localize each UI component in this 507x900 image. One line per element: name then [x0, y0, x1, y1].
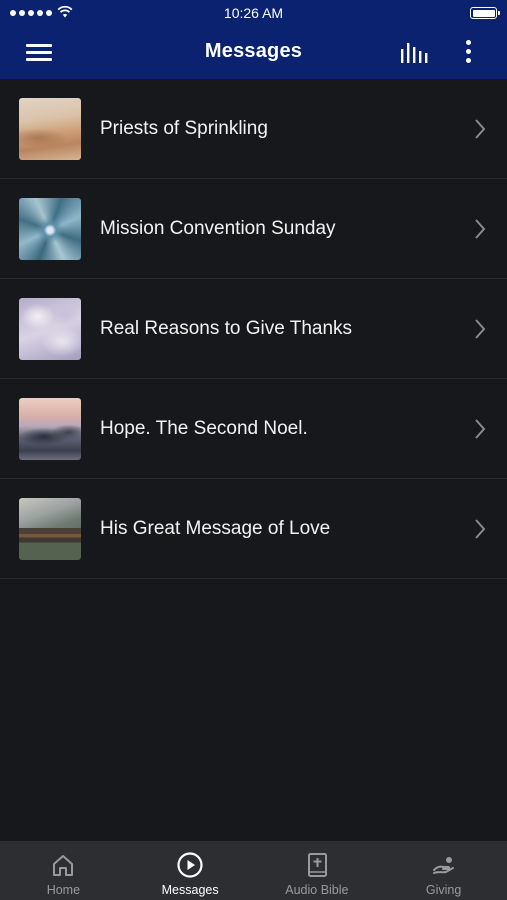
nav-bar: Messages — [0, 26, 507, 79]
tab-home[interactable]: Home — [0, 841, 127, 900]
chevron-right-icon — [475, 519, 486, 539]
message-row[interactable]: Priests of Sprinkling — [0, 79, 507, 179]
message-row[interactable]: Hope. The Second Noel. — [0, 379, 507, 479]
message-title: Hope. The Second Noel. — [100, 418, 308, 439]
message-row[interactable]: His Great Message of Love — [0, 479, 507, 579]
play-circle-icon — [177, 852, 203, 878]
chevron-right-icon — [475, 219, 486, 239]
tab-label: Home — [46, 883, 81, 897]
chevron-right-icon — [475, 419, 486, 439]
desert-dunes-thumbnail — [19, 98, 81, 160]
chevron-right-icon — [475, 319, 486, 339]
clouds-thumbnail — [19, 298, 81, 360]
misty-mountains-thumbnail — [19, 398, 81, 460]
tab-label: Messages — [161, 883, 219, 897]
agave-plant-thumbnail — [19, 198, 81, 260]
audio-equalizer-icon[interactable] — [398, 38, 432, 66]
home-icon — [53, 855, 74, 876]
message-title: Real Reasons to Give Thanks — [100, 318, 353, 339]
status-bar: 10:26 AM — [0, 0, 507, 26]
battery-icon — [470, 7, 500, 19]
chevron-right-icon — [475, 119, 486, 139]
tab-label: Giving — [425, 883, 462, 897]
message-title: Priests of Sprinkling — [100, 118, 268, 139]
more-options-icon[interactable] — [458, 37, 478, 67]
bible-icon — [307, 853, 327, 877]
tab-messages[interactable]: Messages — [127, 841, 254, 900]
giving-hand-icon — [432, 857, 454, 874]
mountain-lake-cabin-thumbnail — [19, 498, 81, 560]
message-title: His Great Message of Love — [100, 518, 331, 539]
tab-audio-bible[interactable]: Audio Bible — [254, 841, 381, 900]
tab-bar: Home Messages Audio Bible Giving — [0, 841, 507, 900]
message-row[interactable]: Mission Convention Sunday — [0, 179, 507, 279]
message-row[interactable]: Real Reasons to Give Thanks — [0, 279, 507, 379]
tab-label: Audio Bible — [285, 883, 349, 897]
status-time: 10:26 AM — [223, 5, 284, 21]
message-list: Priests of Sprinkling Mission Convention… — [0, 79, 507, 579]
message-title: Mission Convention Sunday — [100, 218, 336, 239]
tab-giving[interactable]: Giving — [380, 841, 507, 900]
